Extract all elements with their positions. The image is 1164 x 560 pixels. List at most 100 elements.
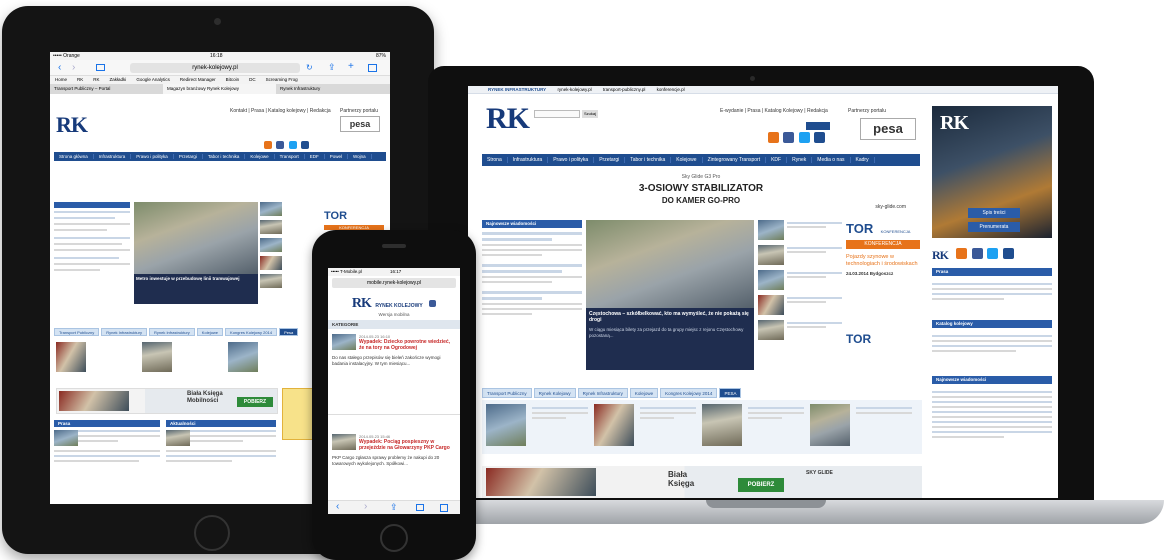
login-button[interactable]	[806, 122, 830, 130]
subscribe-button[interactable]: Prenumerata	[968, 222, 1020, 232]
nav-item[interactable]: Strona	[482, 157, 508, 163]
browser-tab[interactable]: Rynek Infrastruktury	[276, 84, 390, 94]
white-book-ad[interactable]: Biała Księga POBIERZ SKY GLIDE	[482, 466, 922, 498]
stabilizer-ad-banner[interactable]: Sky Glide G3 Pro 3-OSIOWY STABILIZATOR D…	[482, 170, 920, 216]
facebook-icon[interactable]	[971, 248, 983, 259]
ad-download-button[interactable]: POBIERZ	[237, 397, 273, 407]
section-tab[interactable]: Kolejowe	[196, 328, 224, 336]
network-link[interactable]: rynek-kolejowy.pl	[557, 87, 591, 92]
mobile-icon[interactable]	[301, 141, 310, 149]
site-logo[interactable]: RK	[486, 102, 536, 138]
nav-item[interactable]: Transport	[275, 154, 305, 159]
site-logo[interactable]: RK	[56, 112, 116, 142]
section-tab[interactable]: Transport Publiczny	[54, 328, 100, 336]
section-tab[interactable]: Kongres Kolejowy 2014	[660, 388, 718, 398]
bookmark[interactable]: Redirect Manager	[180, 77, 216, 82]
facebook-icon[interactable]	[783, 132, 795, 143]
network-link[interactable]: transport-publiczny.pl	[603, 87, 645, 92]
rss-icon[interactable]	[264, 141, 272, 149]
bookmarks-icon[interactable]	[416, 504, 424, 511]
nav-item[interactable]: Rynek	[787, 157, 813, 163]
reload-icon[interactable]: ↻	[306, 63, 313, 72]
search-button[interactable]: Szukaj	[582, 110, 598, 118]
lead-photo[interactable]	[134, 202, 258, 274]
bookmark[interactable]: Bitcoin	[226, 77, 240, 82]
twitter-icon[interactable]	[987, 248, 999, 259]
lead-photo[interactable]	[586, 220, 754, 308]
mobile-icon[interactable]	[814, 132, 826, 143]
url-field[interactable]: rynek-kolejowy.pl	[130, 63, 300, 73]
magazine-cover[interactable]: RK Spis treści Prenumerata	[932, 106, 1052, 238]
network-link[interactable]: konferencje.pl	[657, 87, 685, 92]
facebook-icon[interactable]	[276, 141, 285, 149]
tablet-home-button[interactable]	[194, 515, 230, 551]
lead-caption-box[interactable]: Metro inwestuje w przebudowę linii tramw…	[134, 274, 258, 304]
pesa-logo[interactable]: pesa	[860, 118, 916, 140]
browser-tab[interactable]: Transport Publiczny – Portal	[50, 84, 163, 94]
bookmark[interactable]: RK	[93, 77, 99, 82]
section-tab[interactable]: Rynek Infrastruktury	[149, 328, 195, 336]
share-icon[interactable]: ⇪	[328, 62, 336, 73]
categories-bar[interactable]: KATEGORIE	[328, 320, 460, 329]
bookmark[interactable]: DC	[249, 77, 256, 82]
forward-arrow-icon[interactable]: ›	[72, 62, 75, 73]
nav-item[interactable]: Infrastruktura	[94, 154, 132, 159]
article-item[interactable]: 2014.05.23 15:46 Wypadek: Pociąg pospies…	[332, 434, 456, 506]
forward-arrow-icon[interactable]: ›	[364, 501, 367, 512]
search-input[interactable]	[534, 110, 580, 118]
phone-home-button[interactable]	[380, 524, 408, 552]
nav-item[interactable]: Kadry	[851, 157, 875, 163]
pesa-logo[interactable]: pesa	[340, 116, 380, 132]
bookmark[interactable]: Google Analytics	[136, 77, 170, 82]
lead-caption-box[interactable]: Częstochowa – szkółbelkować, kto ma wymy…	[586, 308, 754, 370]
browser-tab-active[interactable]: Magazyn branżowy Rynek Kolejowy	[163, 84, 276, 94]
section-tab[interactable]: Rynek Kolejowy	[533, 388, 576, 398]
nav-item[interactable]: Powel	[325, 154, 348, 159]
tor-small-logo[interactable]: TOR	[846, 330, 920, 354]
section-tab-active[interactable]: Pesa	[279, 328, 299, 336]
nav-item[interactable]: Prawo i polityka	[131, 154, 174, 159]
network-link[interactable]: RYNEK INFRASTRUKTURY	[488, 87, 546, 92]
section-tab[interactable]: Kolejowe	[629, 388, 659, 398]
section-tab[interactable]: Rynek Infrastruktury	[101, 328, 147, 336]
bookmark[interactable]: Home	[55, 77, 67, 82]
tabs-icon[interactable]	[440, 504, 448, 512]
site-logo[interactable]: RK	[352, 296, 372, 311]
section-tab[interactable]: Kongres Kolejowy 2014	[225, 328, 278, 336]
bookmark[interactable]: Zakładki	[110, 77, 127, 82]
nav-item[interactable]: Media o nas	[812, 157, 851, 163]
mobile-icon[interactable]	[1002, 248, 1014, 259]
tor-conference-box[interactable]: TOR KONFERENCJA KONFERENCJA Pojazdy szyn…	[846, 220, 920, 300]
ad-banner[interactable]: Biała Księga Mobilności POBIERZ	[56, 388, 278, 414]
nav-item[interactable]: Wojna	[348, 154, 372, 159]
nav-item[interactable]: EDF	[305, 154, 325, 159]
facebook-icon[interactable]	[429, 300, 437, 307]
nav-item[interactable]: Przetargi	[174, 154, 203, 159]
bookmark[interactable]: Screaming Frog	[266, 77, 298, 82]
tor-conference-box[interactable]: TOR KONFERENCJA	[324, 206, 384, 230]
back-arrow-icon[interactable]: ‹	[58, 62, 61, 73]
bookmarks-icon[interactable]	[96, 64, 105, 71]
nav-item[interactable]: Kolejowe	[671, 157, 703, 163]
nav-item[interactable]: Przetargi	[594, 157, 626, 163]
rss-icon[interactable]	[956, 248, 968, 259]
bookmark[interactable]: RK	[77, 77, 83, 82]
twitter-icon[interactable]	[288, 141, 297, 149]
nav-item[interactable]: KDF	[766, 157, 788, 163]
top-links[interactable]: E-wydanie | Prasa | Katalog Kolejowy | R…	[720, 108, 828, 114]
new-tab-icon[interactable]: +	[348, 61, 354, 72]
back-arrow-icon[interactable]: ‹	[336, 501, 339, 512]
nav-item[interactable]: Prawo i polityka	[548, 157, 595, 163]
ad-download-button[interactable]: POBIERZ	[738, 478, 784, 492]
rss-icon[interactable]	[768, 132, 779, 143]
url-field[interactable]: mobile.rynek-kolejowy.pl	[332, 278, 456, 288]
top-links[interactable]: Kontakt | Prasa | Katalog kolejowy | Red…	[230, 108, 340, 114]
nav-item[interactable]: Tabor i technika	[203, 154, 246, 159]
section-tab-active[interactable]: PESA	[719, 388, 742, 398]
section-tab[interactable]: Rynek Infrastruktury	[577, 388, 628, 398]
tabs-icon[interactable]	[368, 64, 377, 72]
nav-item[interactable]: Strona główna	[54, 154, 94, 159]
nav-item[interactable]: Kolejowe	[245, 154, 275, 159]
twitter-icon[interactable]	[798, 132, 810, 143]
nav-item[interactable]: Tabor i technika	[625, 157, 672, 163]
